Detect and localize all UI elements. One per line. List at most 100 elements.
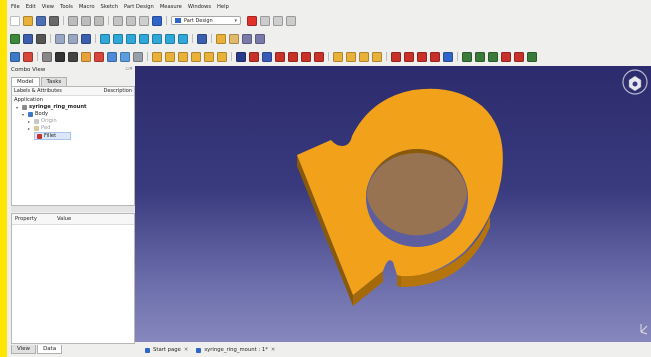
- top-view-icon[interactable]: [126, 33, 136, 44]
- tab-start-page[interactable]: Start page ✕: [145, 347, 188, 353]
- link-make-icon[interactable]: [255, 33, 265, 44]
- paste-icon[interactable]: [94, 15, 104, 26]
- datum-line-icon[interactable]: [68, 51, 78, 62]
- tab-syringe-ring-mount[interactable]: syringe_ring_mount : 1* ✕: [196, 347, 275, 353]
- macro-run-icon[interactable]: [286, 15, 296, 26]
- sketch-icon[interactable]: [23, 51, 33, 62]
- back-icon[interactable]: [55, 33, 65, 44]
- new-file-icon[interactable]: [10, 15, 20, 26]
- draft-icon[interactable]: [417, 51, 427, 62]
- expand-arrow-icon[interactable]: ▸: [28, 126, 32, 131]
- multi-transform-icon[interactable]: [372, 51, 382, 62]
- pocket-icon[interactable]: [236, 51, 246, 62]
- measure-toggle-icon[interactable]: [514, 51, 524, 62]
- clone2-icon[interactable]: [133, 51, 143, 62]
- tab-view[interactable]: View: [11, 345, 37, 354]
- tree-item-fillet[interactable]: Fillet: [34, 132, 72, 140]
- cut-icon[interactable]: [68, 15, 78, 26]
- close-icon[interactable]: ✕: [271, 347, 275, 353]
- linear-pattern-icon[interactable]: [346, 51, 356, 62]
- menu-help[interactable]: Help: [217, 3, 229, 12]
- save-icon[interactable]: [36, 15, 46, 26]
- link-icon[interactable]: [242, 33, 252, 44]
- hole-icon[interactable]: [249, 51, 259, 62]
- local-cs-icon[interactable]: [94, 51, 104, 62]
- loft-icon[interactable]: [178, 51, 188, 62]
- subtractive-pipe-icon[interactable]: [288, 51, 298, 62]
- undo-icon[interactable]: [113, 15, 123, 26]
- measure-3d-icon[interactable]: [527, 51, 537, 62]
- menu-edit[interactable]: Edit: [26, 3, 36, 12]
- clone-icon[interactable]: [42, 51, 52, 62]
- menu-windows[interactable]: Windows: [188, 3, 211, 12]
- subtractive-primitive-icon[interactable]: [314, 51, 324, 62]
- thickness-icon[interactable]: [430, 51, 440, 62]
- tree-item-document[interactable]: ▾ syringe_ring_mount: [16, 104, 87, 110]
- measure-angular-icon[interactable]: [475, 51, 485, 62]
- menu-macro[interactable]: Macro: [79, 3, 95, 12]
- measure-refresh-icon[interactable]: [488, 51, 498, 62]
- chamfer-icon[interactable]: [404, 51, 414, 62]
- helix-icon[interactable]: [204, 51, 214, 62]
- bottom-view-icon[interactable]: [165, 33, 175, 44]
- menu-file[interactable]: File: [11, 3, 20, 12]
- subshape-binder-icon[interactable]: [120, 51, 130, 62]
- revolution-icon[interactable]: [165, 51, 175, 62]
- forward-icon[interactable]: [68, 33, 78, 44]
- measure-icon[interactable]: [197, 33, 207, 44]
- right-view-icon[interactable]: [139, 33, 149, 44]
- macro-edit-icon[interactable]: [273, 15, 283, 26]
- refresh-icon[interactable]: [139, 15, 149, 26]
- expand-arrow-icon[interactable]: ▸: [28, 119, 32, 124]
- open-file-icon[interactable]: [23, 15, 33, 26]
- part-icon[interactable]: [216, 33, 226, 44]
- rear-view-icon[interactable]: [152, 33, 162, 44]
- front-view-icon[interactable]: [113, 33, 123, 44]
- body-icon[interactable]: [10, 51, 20, 62]
- tab-data[interactable]: Data: [37, 345, 63, 354]
- menu-sketch[interactable]: Sketch: [101, 3, 118, 12]
- measure-linear-icon[interactable]: [462, 51, 472, 62]
- menu-part-design[interactable]: Part Design: [124, 3, 154, 12]
- print-icon[interactable]: [49, 15, 59, 26]
- expand-arrow-icon[interactable]: ▾: [22, 112, 26, 117]
- subtractive-loft-icon[interactable]: [275, 51, 285, 62]
- measure-clear-icon[interactable]: [501, 51, 511, 62]
- macro-record-icon[interactable]: [247, 15, 257, 26]
- copy-icon[interactable]: [81, 15, 91, 26]
- whats-this-icon[interactable]: [152, 15, 162, 26]
- tree-item-pad[interactable]: ▸ Pad: [28, 125, 50, 131]
- tab-model[interactable]: Model: [11, 77, 40, 86]
- group-icon[interactable]: [229, 33, 239, 44]
- menu-tools[interactable]: Tools: [60, 3, 73, 12]
- nav-link-icon[interactable]: [81, 33, 91, 44]
- mirrored-icon[interactable]: [333, 51, 343, 62]
- draw-style-icon[interactable]: [36, 33, 46, 44]
- shape-binder-icon[interactable]: [107, 51, 117, 62]
- expand-arrow-icon[interactable]: ▾: [16, 105, 20, 110]
- polar-pattern-icon[interactable]: [359, 51, 369, 62]
- menu-view[interactable]: View: [42, 3, 54, 12]
- navigation-cube[interactable]: [622, 69, 648, 95]
- tree-item-origin[interactable]: ▸ Origin: [28, 118, 57, 124]
- boolean-icon[interactable]: [443, 51, 453, 62]
- pad-icon[interactable]: [152, 51, 162, 62]
- zoom-icon[interactable]: [23, 33, 33, 44]
- workbench-selector[interactable]: Part Design ▾: [171, 16, 241, 25]
- tab-tasks[interactable]: Tasks: [40, 77, 68, 86]
- pipe-icon[interactable]: [191, 51, 201, 62]
- panel-splitter[interactable]: [11, 206, 135, 212]
- fillet-icon[interactable]: [391, 51, 401, 62]
- close-icon[interactable]: ✕: [184, 347, 188, 353]
- datum-point-icon[interactable]: [55, 51, 65, 62]
- redo-icon[interactable]: [126, 15, 136, 26]
- isometric-view-icon[interactable]: [100, 33, 110, 44]
- datum-plane-icon[interactable]: [81, 51, 91, 62]
- groove-icon[interactable]: [262, 51, 272, 62]
- tree-item-application[interactable]: Application: [14, 97, 43, 103]
- syringe-ring-mount-model[interactable]: [297, 88, 503, 306]
- macro-stop-icon[interactable]: [260, 15, 270, 26]
- 3d-viewport[interactable]: [135, 66, 651, 342]
- tree-item-body[interactable]: ▾ Body: [22, 111, 48, 117]
- fit-all-icon[interactable]: [10, 33, 20, 44]
